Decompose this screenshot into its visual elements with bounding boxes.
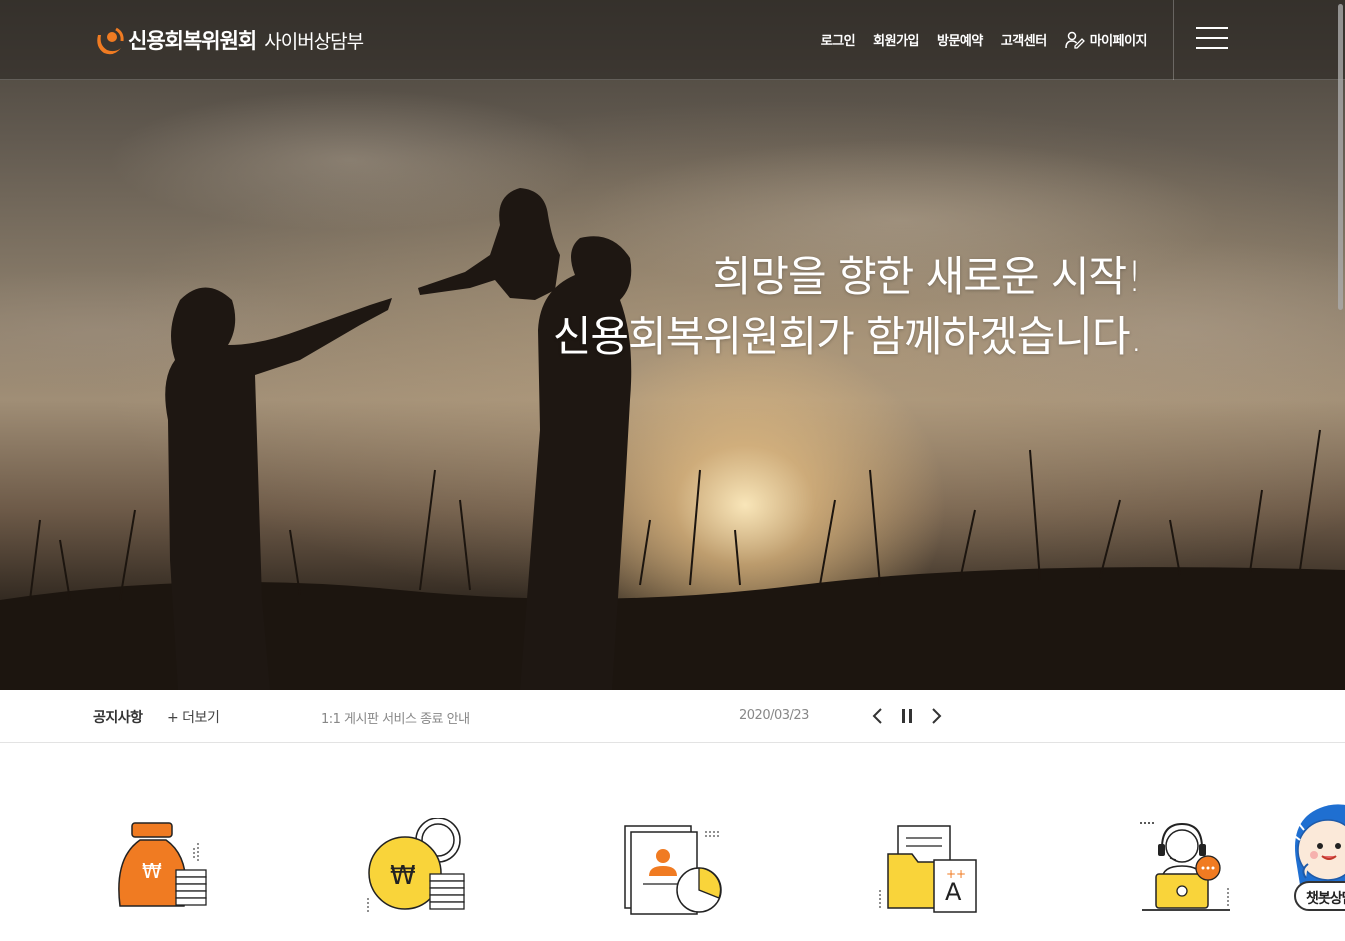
top-nav: 로그인 회원가입 방문예약 고객센터 마이페이지 (803, 30, 1148, 49)
document-chart-icon[interactable] (615, 818, 725, 918)
svg-text:A: A (945, 878, 962, 906)
chatbot-mascot-icon (1291, 804, 1345, 885)
login-link[interactable]: 로그인 (821, 30, 856, 49)
quick-menu: ₩ ₩ A ++ (0, 743, 1345, 941)
hero-line-1: 희망을 향한 새로운 시작! (712, 252, 1143, 301)
user-pen-icon (1064, 31, 1085, 49)
coin-stack-icon[interactable]: ₩ (360, 818, 470, 918)
pause-icon[interactable] (897, 706, 917, 726)
notice-more-link[interactable]: + 더보기 (167, 707, 220, 727)
header-divider (1173, 0, 1174, 80)
counselor-laptop-icon[interactable] (1130, 818, 1240, 918)
logo-subtitle: 사이버상담부 (264, 30, 364, 53)
visit-reservation-link[interactable]: 방문예약 (937, 30, 983, 49)
notice-bar: 공지사항 + 더보기 1:1 게시판 서비스 종료 안내 2020/03/23 (0, 690, 1345, 743)
scrollbar-thumb[interactable] (1338, 4, 1343, 310)
hero-headline: 희망을 향한 새로운 시작! 신용회복위원회가 함께하겠습니다. (552, 247, 1143, 367)
svg-text:++: ++ (946, 867, 966, 881)
logo-name: 신용회복위원회 (128, 29, 257, 53)
notice-date: 2020/03/23 (739, 708, 809, 723)
hero-banner: 희망을 향한 새로운 시작! 신용회복위원회가 함께하겠습니다. (0, 0, 1345, 690)
svg-text:₩: ₩ (142, 859, 162, 883)
notice-title-link[interactable]: 1:1 게시판 서비스 종료 안내 (321, 708, 470, 727)
menu-hamburger-icon[interactable] (1196, 27, 1228, 53)
logo-mark-icon (97, 27, 124, 55)
chevron-right-icon[interactable] (926, 706, 946, 726)
customer-center-link[interactable]: 고객센터 (1001, 30, 1047, 49)
chevron-left-icon[interactable] (868, 706, 888, 726)
money-bag-icon[interactable]: ₩ (110, 818, 220, 918)
chatbot-label: 챗봇상담 (1294, 881, 1345, 911)
chatbot-button[interactable]: 챗봇상담 (1290, 800, 1345, 915)
notice-label: 공지사항 (93, 710, 143, 726)
top-header: 신용회복위원회 사이버상담부 로그인 회원가입 방문예약 고객센터 마이페이지 (0, 0, 1345, 80)
hero-line-2: 신용회복위원회가 함께하겠습니다. (552, 312, 1143, 361)
svg-text:₩: ₩ (390, 861, 416, 891)
folder-document-icon[interactable]: A ++ (870, 818, 980, 918)
mypage-link[interactable]: 마이페이지 (1064, 30, 1148, 49)
site-logo[interactable]: 신용회복위원회 사이버상담부 (92, 24, 364, 56)
signup-link[interactable]: 회원가입 (873, 30, 919, 49)
mypage-label: 마이페이지 (1089, 34, 1148, 49)
